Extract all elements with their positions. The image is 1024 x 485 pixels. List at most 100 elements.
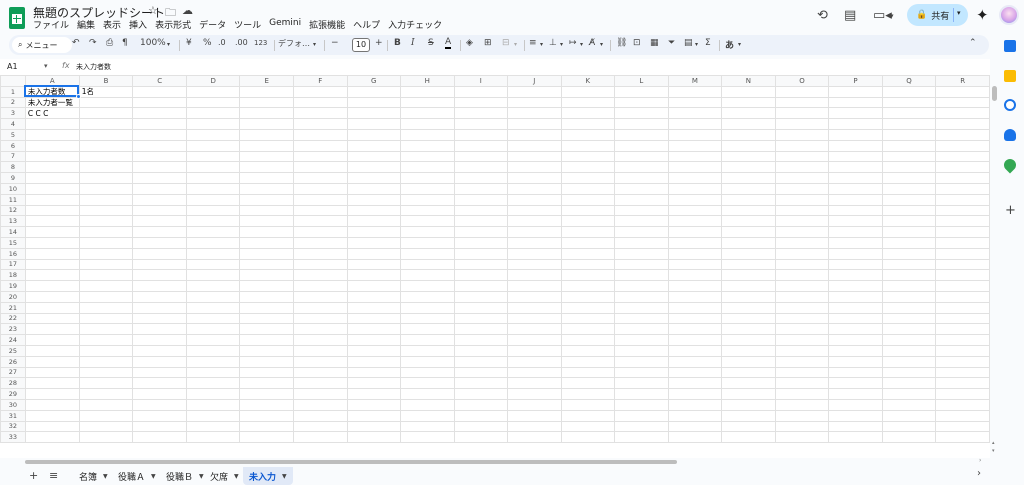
cell-n14[interactable] (721, 226, 776, 238)
font-dropdown-icon[interactable]: ▾ (313, 41, 316, 48)
cell-j6[interactable] (507, 139, 562, 152)
gemini-icon[interactable]: ✦ (976, 6, 989, 24)
cell-m19[interactable] (667, 280, 723, 292)
cell-k13[interactable] (560, 215, 616, 228)
cell-g8[interactable] (346, 161, 402, 174)
cell-m25[interactable] (667, 344, 723, 357)
cell-r1[interactable] (935, 85, 990, 98)
row-header[interactable]: 10 (0, 182, 26, 195)
cell-e9[interactable] (239, 172, 294, 184)
cell-j17[interactable] (507, 258, 562, 271)
cell-d19[interactable] (185, 280, 241, 292)
cell-i20[interactable] (453, 290, 509, 303)
cell-p14[interactable] (828, 226, 883, 238)
cell-i1[interactable] (453, 85, 509, 98)
increase-decimal-button[interactable]: .00 (235, 38, 248, 47)
cell-c3[interactable] (132, 107, 187, 120)
insert-chart-icon[interactable]: ▦ (650, 38, 659, 48)
cell-j21[interactable] (507, 301, 562, 314)
cell-d10[interactable] (185, 182, 241, 195)
valign-dropdown-icon[interactable]: ▾ (560, 41, 563, 48)
contacts-icon[interactable] (1004, 129, 1016, 141)
halign-dropdown-icon[interactable]: ▾ (540, 41, 543, 48)
keep-icon[interactable] (1004, 70, 1016, 82)
cell-r11[interactable] (935, 193, 990, 206)
menu-item[interactable]: ファイル (33, 18, 69, 31)
sheet-tab-menu-icon[interactable]: ▼ (151, 473, 156, 480)
cell-j32[interactable] (507, 420, 562, 433)
cell-a1[interactable]: 未入力者数 (24, 85, 80, 98)
cell-j14[interactable] (507, 226, 562, 238)
horizontal-scrollbar[interactable] (25, 460, 677, 464)
cell-o3[interactable] (774, 107, 830, 120)
cell-k12[interactable] (560, 204, 616, 217)
cell-m26[interactable] (667, 355, 723, 368)
cell-o18[interactable] (774, 269, 830, 282)
cell-m2[interactable] (667, 96, 723, 109)
menu-search[interactable]: ⌕ メニュー (12, 37, 72, 53)
cell-a23[interactable] (24, 323, 80, 336)
cell-d2[interactable] (185, 96, 241, 109)
bold-button[interactable]: B (394, 38, 401, 48)
cell-q18[interactable] (881, 269, 937, 282)
row-header[interactable]: 13 (0, 215, 26, 228)
cell-c33[interactable] (132, 431, 187, 444)
cell-f26[interactable] (292, 355, 348, 368)
cell-h11[interactable] (400, 193, 455, 206)
cell-g28[interactable] (346, 377, 402, 390)
cell-m8[interactable] (667, 161, 723, 174)
row-header[interactable]: 23 (0, 323, 26, 336)
row-header[interactable]: 28 (0, 377, 26, 390)
cell-r15[interactable] (935, 236, 990, 249)
cell-c9[interactable] (132, 172, 187, 184)
cell-o16[interactable] (774, 247, 830, 260)
cell-c18[interactable] (132, 269, 187, 282)
cell-f6[interactable] (292, 139, 348, 152)
cell-i33[interactable] (453, 431, 509, 444)
cell-b18[interactable] (78, 269, 134, 282)
cell-c27[interactable] (132, 366, 187, 379)
column-header[interactable]: Q (881, 75, 937, 87)
all-sheets-icon[interactable]: ≡ (49, 469, 58, 482)
merge-cells-icon[interactable]: ⊟ (502, 38, 510, 48)
cell-c13[interactable] (132, 215, 187, 228)
cell-l3[interactable] (614, 107, 669, 120)
cell-l8[interactable] (614, 161, 669, 174)
font-select[interactable]: デフォ… (278, 38, 310, 49)
cell-j2[interactable] (507, 96, 562, 109)
cell-c1[interactable] (132, 85, 187, 98)
cell-i2[interactable] (453, 96, 509, 109)
cell-h6[interactable] (400, 139, 455, 152)
cell-e3[interactable] (239, 107, 294, 120)
cell-q17[interactable] (881, 258, 937, 271)
cell-i22[interactable] (453, 312, 509, 325)
cell-r29[interactable] (935, 388, 990, 400)
cell-q26[interactable] (881, 355, 937, 368)
cell-h16[interactable] (400, 247, 455, 260)
cell-d4[interactable] (185, 118, 241, 130)
cell-i19[interactable] (453, 280, 509, 292)
cell-e22[interactable] (239, 312, 294, 325)
cell-n11[interactable] (721, 193, 776, 206)
cell-i4[interactable] (453, 118, 509, 130)
cell-a19[interactable] (24, 280, 80, 292)
cell-l1[interactable] (614, 85, 669, 98)
cell-l22[interactable] (614, 312, 669, 325)
scroll-down-arrow-icon[interactable]: ▾ (992, 448, 995, 454)
cell-r7[interactable] (935, 150, 990, 163)
cell-n30[interactable] (721, 398, 776, 411)
cell-g25[interactable] (346, 344, 402, 357)
cell-e20[interactable] (239, 290, 294, 303)
cell-j27[interactable] (507, 366, 562, 379)
scroll-right-arrow-icon[interactable]: › (979, 457, 981, 464)
cell-k31[interactable] (560, 409, 616, 422)
cell-e1[interactable] (239, 85, 294, 98)
cell-f22[interactable] (292, 312, 348, 325)
cell-l5[interactable] (614, 128, 669, 141)
cell-o23[interactable] (774, 323, 830, 336)
cell-m32[interactable] (667, 420, 723, 433)
cell-q3[interactable] (881, 107, 937, 120)
cell-g15[interactable] (346, 236, 402, 249)
cell-o31[interactable] (774, 409, 830, 422)
cell-h26[interactable] (400, 355, 455, 368)
